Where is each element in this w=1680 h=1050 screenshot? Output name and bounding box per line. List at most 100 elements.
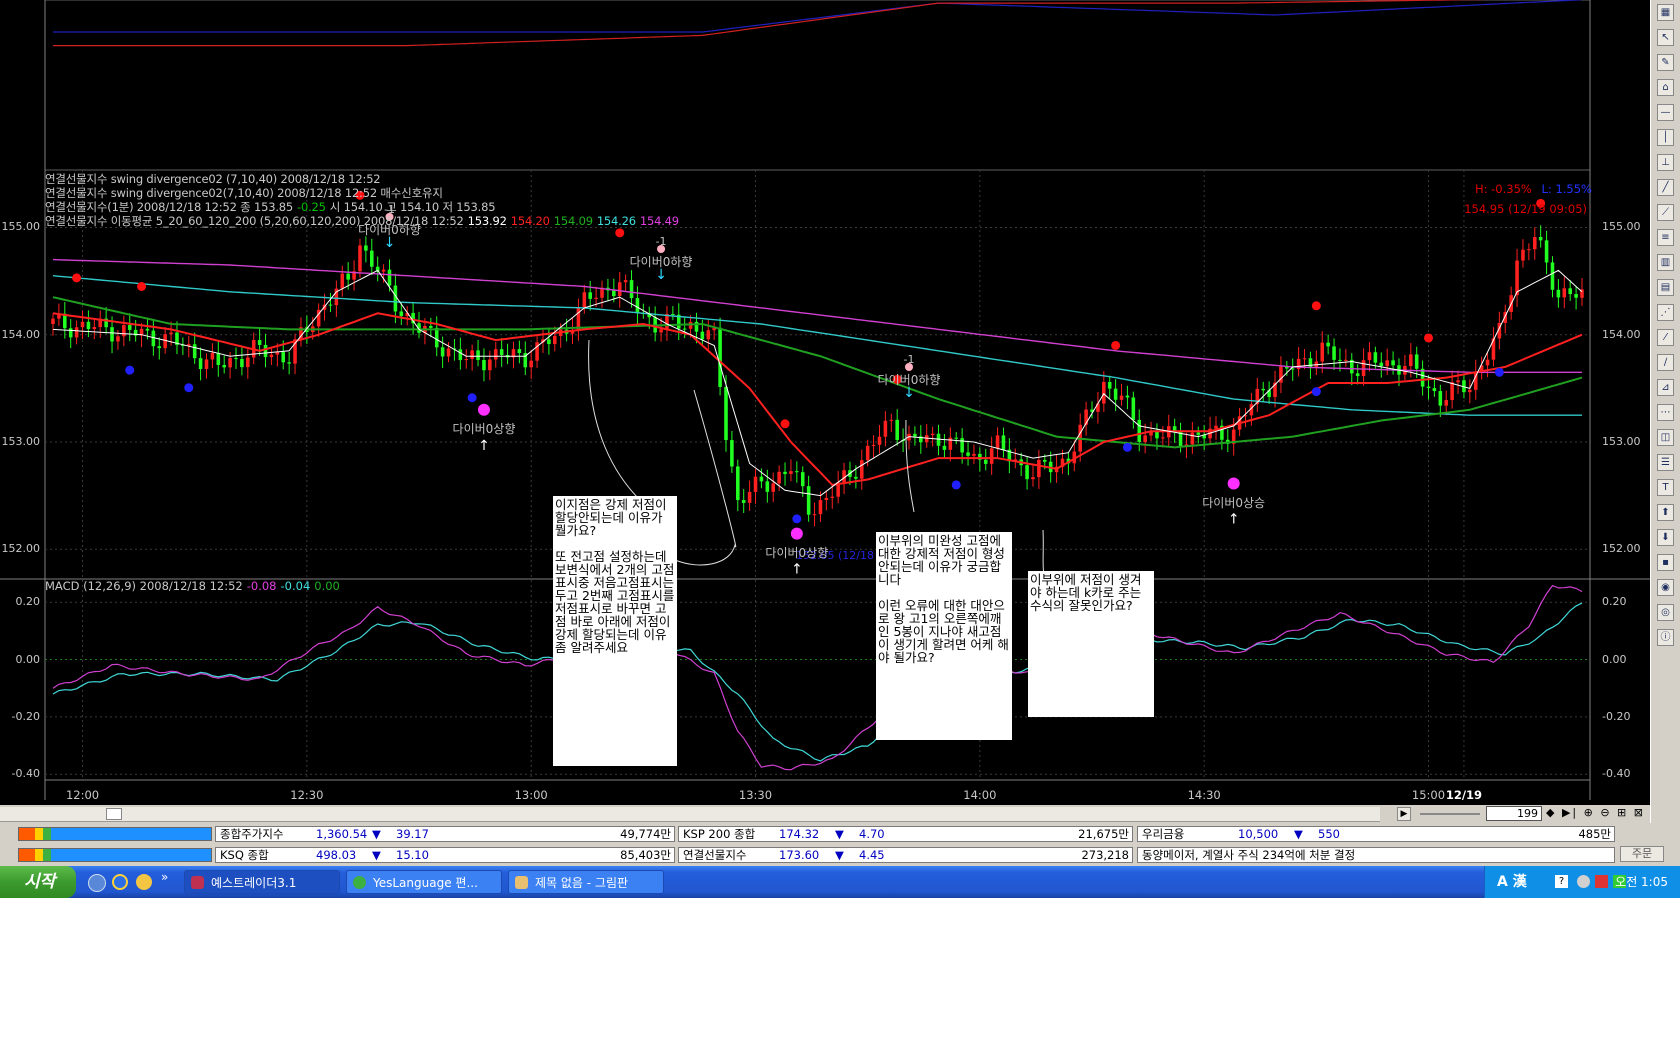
vline-icon[interactable]: │ — [1657, 129, 1674, 146]
quicklaunch-more-icon[interactable]: » — [161, 870, 168, 884]
outlook-icon[interactable] — [136, 874, 152, 890]
info-segment: 시 154.10 고 154.10 저 153.85 — [329, 200, 496, 214]
order-button[interactable]: 주문 — [1620, 846, 1664, 862]
scroll-right-icon[interactable]: ▶ — [1397, 807, 1411, 821]
zoom-input[interactable]: 199 — [1486, 806, 1542, 821]
signal-count: -1 — [903, 353, 915, 366]
candle-body — [169, 332, 173, 335]
grid-icon[interactable]: ▦ — [1657, 4, 1674, 21]
fib-icon[interactable]: ▥ — [1657, 254, 1674, 271]
pointer-icon[interactable]: ↖ — [1657, 29, 1674, 46]
info-icon[interactable]: ⓘ — [1657, 629, 1674, 646]
candle-body — [346, 273, 350, 280]
system-tray: A 漢 ? 오전 1:05 — [1484, 866, 1680, 898]
macd-axis-label: 0.00 — [15, 652, 41, 666]
candle-body — [434, 327, 439, 348]
ie-icon[interactable] — [112, 874, 128, 890]
candle-body — [80, 321, 85, 328]
candle-body — [741, 500, 746, 503]
info-segment: 154.20 — [510, 214, 550, 228]
candle-body — [92, 327, 97, 330]
candle-body — [1550, 262, 1555, 290]
candle-body — [204, 359, 209, 370]
zoom-slider[interactable] — [1420, 813, 1480, 815]
box-icon[interactable]: ◫ — [1657, 429, 1674, 446]
candle-body — [1373, 352, 1378, 363]
hline-icon[interactable]: — — [1657, 104, 1674, 121]
home-icon[interactable]: ⌂ — [1657, 79, 1674, 96]
ticker-volume: 49,774만 — [620, 827, 671, 841]
macd-legend-segment: 0.00 — [314, 579, 340, 593]
candle-body — [340, 273, 345, 289]
candle-body — [930, 433, 935, 436]
ticker-cell[interactable]: 우리금융 10,500 ▼ 550 485만 — [1137, 826, 1615, 842]
memo-note-2[interactable]: 이부위의 미완성 고점에 대한 강제적 저점이 형성안되는데 이유가 궁금합니다… — [876, 532, 1012, 740]
candle-body — [263, 344, 268, 358]
macd-axis-label: -0.40 — [11, 767, 40, 781]
channel-icon[interactable]: ≡ — [1657, 229, 1674, 246]
ticker-cell[interactable]: 연결선물지수 173.60 ▼ 4.45 273,218 — [678, 847, 1133, 863]
buy-arrow-icon: ↑ — [1228, 512, 1240, 528]
candle-body — [972, 453, 976, 456]
square-icon[interactable]: ▪ — [1657, 554, 1674, 571]
top-panel-frame — [44, 0, 1591, 171]
buy-arrow-icon: ↑ — [478, 438, 490, 454]
circle-icon[interactable]: ◎ — [1657, 604, 1674, 621]
candle-body — [789, 471, 793, 474]
info-segment: 연결선물지수(1분) 2008/12/18 12:52 종 153.85 — [45, 200, 294, 214]
text-icon[interactable]: T — [1657, 479, 1674, 496]
peak-marker — [1111, 340, 1121, 350]
ray-icon[interactable]: ⟋ — [1657, 204, 1674, 221]
arrow-down-icon[interactable]: ⬇ — [1657, 529, 1674, 546]
fib-fan-icon[interactable]: ▤ — [1657, 279, 1674, 296]
tray-sound-icon[interactable] — [1577, 875, 1590, 888]
tray-security-icon[interactable] — [1595, 875, 1608, 888]
arrow-up-icon[interactable]: ⬆ — [1657, 504, 1674, 521]
candle-body — [706, 330, 711, 340]
scroll-thumb[interactable] — [106, 808, 122, 820]
candle-body — [547, 339, 551, 345]
desktop-icon[interactable] — [88, 874, 106, 892]
candle-body — [493, 349, 498, 360]
chart-nav-icons[interactable]: ◆ ▶| ⊕ ⊖ ⊞ ⊠ — [1546, 806, 1645, 819]
angle-icon[interactable]: ⁄ — [1657, 329, 1674, 346]
candle-body — [812, 514, 817, 516]
pencil-icon[interactable]: ✎ — [1657, 54, 1674, 71]
trendline-icon[interactable]: ╱ — [1657, 179, 1674, 196]
candle-body — [1432, 388, 1437, 392]
target-icon[interactable]: ◉ — [1657, 579, 1674, 596]
cross-icon[interactable]: ⊥ — [1657, 154, 1674, 171]
ticker-cell[interactable]: 종합주가지수 1,360.54 ▼ 39.17 49,774만 — [215, 826, 675, 842]
time-axis-label: 12:30 — [290, 788, 324, 802]
ticker-value: 173.60 — [779, 848, 820, 862]
candle-body — [269, 354, 274, 358]
ime-indicator[interactable]: A 漢 — [1497, 866, 1527, 898]
help-icon[interactable]: ? — [1555, 875, 1568, 888]
candle-body — [488, 359, 492, 371]
regression-icon[interactable]: ∕ — [1657, 354, 1674, 371]
info-segment: 153.92 — [467, 214, 507, 228]
chart-canvas[interactable]: ↓↑↓↑↓↑ — [0, 0, 1650, 805]
task-paint[interactable]: 제목 없음 - 그림판 — [508, 870, 664, 894]
candle-body — [1544, 240, 1549, 263]
memo-note-3[interactable]: 이부위에 저점이 생겨야 하는데 k카로 주는 수식의 잘못인가요? — [1028, 571, 1154, 717]
list-icon[interactable]: ☰ — [1657, 454, 1674, 471]
candle-body — [895, 419, 899, 441]
gann-icon[interactable]: ⋰ — [1657, 304, 1674, 321]
ticker-value: 498.03 — [316, 848, 357, 862]
candle-body — [1385, 360, 1389, 367]
memo-note-1[interactable]: 이지점은 강제 저점이 할당안되는데 이유가 뭘가요? 또 전고점 설정하는데 보… — [553, 496, 677, 766]
low-percent: L: 1.55% — [1541, 182, 1592, 196]
ticker-cell[interactable]: KSQ 종합 498.03 ▼ 15.10 85,403만 — [215, 847, 675, 863]
ticker-value: 10,500 — [1238, 827, 1279, 841]
ticker-cell[interactable]: KSP 200 종합 174.32 ▼ 4.70 21,675만 — [678, 826, 1133, 842]
task-yeslanguage[interactable]: YesLanguage 편... — [346, 870, 502, 894]
horizontal-scrollbar[interactable] — [0, 807, 1380, 822]
candle-body — [582, 292, 587, 308]
start-button[interactable]: 시작 — [0, 866, 76, 898]
triangle-icon[interactable]: ⊿ — [1657, 379, 1674, 396]
task-yestrader[interactable]: 예스트레이더3.1 — [184, 870, 340, 894]
dots-icon[interactable]: ⋯ — [1657, 404, 1674, 421]
candle-body — [358, 245, 362, 272]
ticker-cell[interactable]: 동양메이저, 계열사 주식 234억에 처분 결정 — [1137, 847, 1615, 863]
